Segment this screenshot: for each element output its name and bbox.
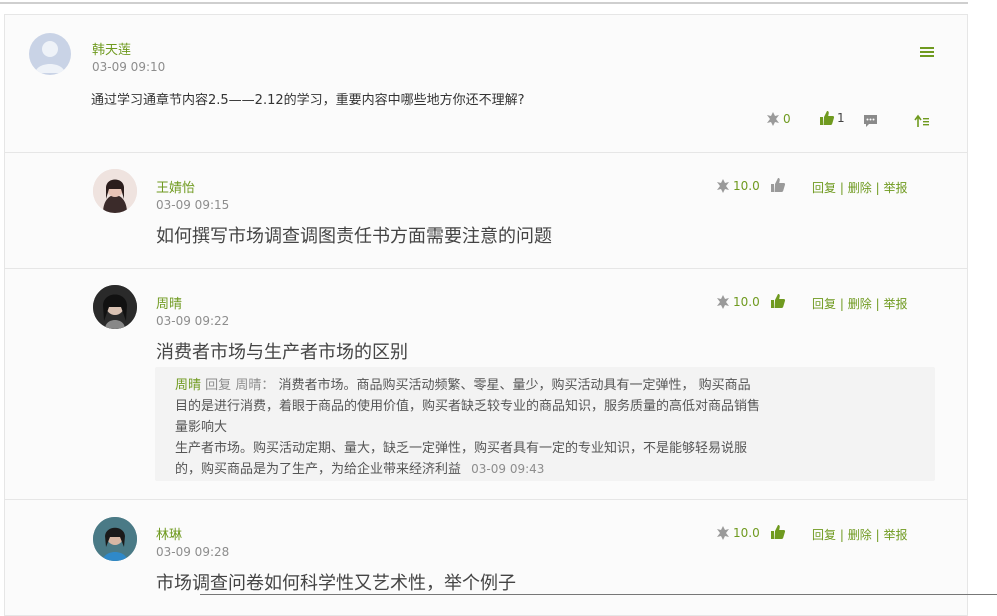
reply-text: 的，购买商品是为了生产，为给企业带来经济利益 xyxy=(175,462,462,477)
user-avatar-icon xyxy=(93,285,137,329)
reply-text: 消费者市场。商品购买活动频繁、零星、量少，购买活动具有一定弹性， 购买商品 xyxy=(278,378,751,393)
bottom-divider xyxy=(200,594,997,595)
comment-author[interactable]: 林琳 xyxy=(156,524,182,543)
score-badge[interactable]: 10.0 xyxy=(715,525,760,541)
action-separator: | xyxy=(839,528,844,542)
comment-actions: 回复 | 删除 | 举报 xyxy=(812,295,907,312)
comment-text: 消费者市场与生产者市场的区别 xyxy=(156,342,408,363)
action-separator: | xyxy=(839,297,844,311)
like-button[interactable] xyxy=(770,293,786,313)
avatar[interactable] xyxy=(93,285,137,329)
comment-icon xyxy=(864,115,877,127)
post-question: 通过学习通章节内容2.5——2.12的学习，重要内容中哪些地方你还不理解? xyxy=(91,93,525,108)
reply-text: 生产者市场。购买活动定期、量大，缺乏一定弹性，购买者具有一定的专业知识，不是能够… xyxy=(175,441,748,456)
thumbs-up-icon xyxy=(771,525,786,539)
like-button[interactable] xyxy=(770,524,786,544)
divider xyxy=(5,268,967,269)
report-link[interactable]: 举报 xyxy=(883,528,907,542)
reply-verb: 回复 xyxy=(205,378,232,393)
comment-time: 03-09 09:22 xyxy=(156,314,230,328)
reply-from[interactable]: 周晴 xyxy=(175,378,201,393)
reply-line: 的，购买商品是为了生产，为给企业带来经济利益 03-09 09:43 xyxy=(175,458,544,477)
flower-icon xyxy=(717,526,729,540)
reply-line: 周晴 回复 周晴： 消费者市场。商品购买活动频繁、零星、量少，购买活动具有一定弹… xyxy=(175,374,751,393)
flower-count: 0 xyxy=(783,112,791,126)
thumbs-up-icon xyxy=(820,111,835,125)
action-separator: | xyxy=(875,181,880,195)
comment-author[interactable]: 周晴 xyxy=(156,293,182,312)
user-avatar-icon xyxy=(93,169,137,213)
discussion-card: 韩天莲 03-09 09:10 通过学习通章节内容2.5——2.12的学习，重要… xyxy=(4,14,968,616)
sort-top-icon xyxy=(914,114,929,127)
comment-time: 03-09 09:28 xyxy=(156,545,230,559)
thumbs-up-icon xyxy=(771,294,786,308)
flower-icon xyxy=(767,112,779,126)
comment-button[interactable] xyxy=(863,113,878,132)
score-value: 10.0 xyxy=(733,526,760,540)
report-link[interactable]: 举报 xyxy=(883,181,907,195)
reply-box: 周晴 回复 周晴： 消费者市场。商品购买活动频繁、零星、量少，购买活动具有一定弹… xyxy=(155,367,935,481)
avatar[interactable] xyxy=(29,33,71,75)
delete-link[interactable]: 删除 xyxy=(848,181,872,195)
score-badge[interactable]: 10.0 xyxy=(715,178,760,194)
comment-time: 03-09 09:15 xyxy=(156,198,230,212)
report-link[interactable]: 举报 xyxy=(883,297,907,311)
action-separator: | xyxy=(875,528,880,542)
comment-actions: 回复 | 删除 | 举报 xyxy=(812,526,907,543)
comment-text: 如何撰写市场调查调图责任书方面需要注意的问题 xyxy=(156,226,552,247)
reply-time: 03-09 09:43 xyxy=(471,462,545,476)
action-separator: | xyxy=(875,297,880,311)
sort-top-button[interactable] xyxy=(914,113,930,132)
thumbs-up-icon xyxy=(771,178,786,192)
flower-icon xyxy=(717,295,729,309)
divider xyxy=(5,152,967,153)
avatar[interactable] xyxy=(93,517,137,561)
avatar[interactable] xyxy=(93,169,137,213)
reply-link[interactable]: 回复 xyxy=(812,528,836,542)
like-button[interactable] xyxy=(770,177,786,197)
reply-to[interactable]: 周晴： xyxy=(235,378,274,393)
delete-link[interactable]: 删除 xyxy=(848,528,872,542)
reply-text: 目的是进行消费，着眼于商品的使用价值，购买者缺乏较专业的商品知识，服务质量的高低… xyxy=(175,399,761,414)
menu-icon[interactable] xyxy=(919,44,935,63)
user-avatar-icon xyxy=(93,517,137,561)
like-button[interactable]: 1 xyxy=(819,110,845,126)
comment-author[interactable]: 王婧怡 xyxy=(156,177,195,196)
top-divider xyxy=(0,2,968,4)
score-value: 10.0 xyxy=(733,179,760,193)
comment-actions: 回复 | 删除 | 举报 xyxy=(812,179,907,196)
divider xyxy=(5,499,967,500)
reply-link[interactable]: 回复 xyxy=(812,297,836,311)
flower-icon xyxy=(717,179,729,193)
comment-text: 市场调查问卷如何科学性又艺术性，举个例子 xyxy=(156,573,516,594)
action-separator: | xyxy=(839,181,844,195)
reply-link[interactable]: 回复 xyxy=(812,181,836,195)
default-avatar-icon xyxy=(35,41,65,73)
post-author[interactable]: 韩天莲 xyxy=(92,39,131,58)
reply-text: 量影响大 xyxy=(175,420,228,435)
flower-button[interactable]: 0 xyxy=(765,111,791,127)
score-value: 10.0 xyxy=(733,295,760,309)
like-count: 1 xyxy=(837,111,845,125)
post-time: 03-09 09:10 xyxy=(92,60,166,74)
score-badge[interactable]: 10.0 xyxy=(715,294,760,310)
delete-link[interactable]: 删除 xyxy=(848,297,872,311)
